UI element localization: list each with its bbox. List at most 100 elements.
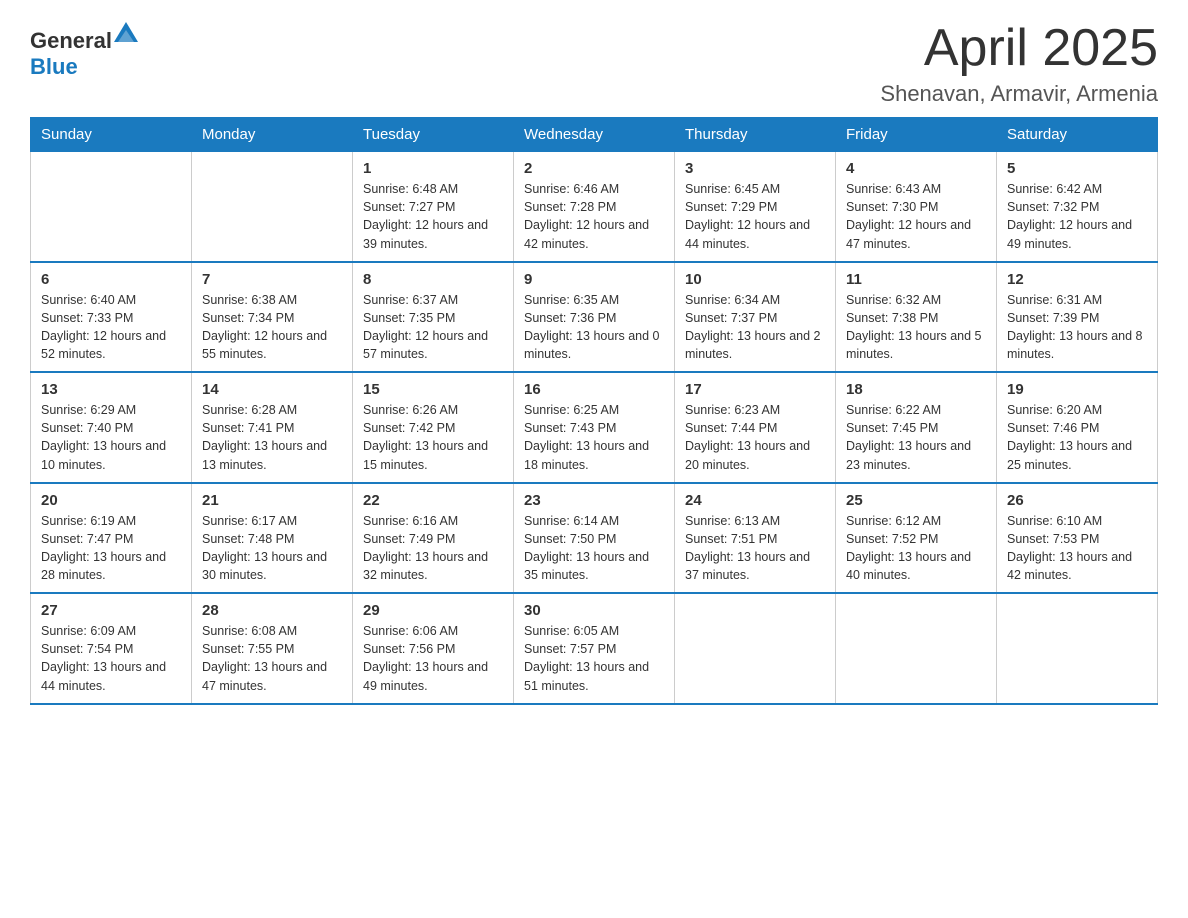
day-info: Sunrise: 6:37 AMSunset: 7:35 PMDaylight:… [363,291,503,364]
calendar-cell: 2 Sunrise: 6:46 AMSunset: 7:28 PMDaylight… [514,152,675,262]
calendar-cell: 26 Sunrise: 6:10 AMSunset: 7:53 PMDayligh… [997,483,1158,594]
day-number: 18 [846,381,986,398]
calendar-cell [836,593,997,704]
calendar-cell [31,152,192,262]
calendar-cell: 20Sunrise: 6:19 AMSunset: 7:47 PMDayligh… [31,483,192,594]
day-number: 14 [202,381,342,398]
calendar-cell: 8 Sunrise: 6:37 AMSunset: 7:35 PMDaylight… [353,262,514,373]
day-number: 25 [846,492,986,509]
day-number: 16 [524,381,664,398]
day-info: Sunrise: 6:26 AMSunset: 7:42 PMDaylight:… [363,401,503,474]
day-info: Sunrise: 6:43 AMSunset: 7:30 PMDaylight:… [846,180,986,253]
day-number: 2 [524,160,664,177]
logo-general: General [30,28,112,53]
day-info: Sunrise: 6:32 AMSunset: 7:38 PMDaylight:… [846,291,986,364]
day-number: 22 [363,492,503,509]
header-day-friday: Friday [836,118,997,152]
day-number: 23 [524,492,664,509]
week-row-5: 27Sunrise: 6:09 AMSunset: 7:54 PMDayligh… [31,593,1158,704]
day-info: Sunrise: 6:38 AMSunset: 7:34 PMDaylight:… [202,291,342,364]
day-info: Sunrise: 6:12 AMSunset: 7:52 PMDaylight:… [846,512,986,585]
day-info: Sunrise: 6:23 AMSunset: 7:44 PMDaylight:… [685,401,825,474]
day-info: Sunrise: 6:25 AMSunset: 7:43 PMDaylight:… [524,401,664,474]
calendar-cell: 6 Sunrise: 6:40 AMSunset: 7:33 PMDaylight… [31,262,192,373]
logo-icon [112,20,140,48]
day-info: Sunrise: 6:40 AMSunset: 7:33 PMDaylight:… [41,291,181,364]
calendar-header: SundayMondayTuesdayWednesdayThursdayFrid… [31,118,1158,152]
calendar-cell: 22 Sunrise: 6:16 AMSunset: 7:49 PMDayligh… [353,483,514,594]
day-number: 12 [1007,271,1147,288]
day-number: 7 [202,271,342,288]
calendar-cell: 21 Sunrise: 6:17 AMSunset: 7:48 PMDayligh… [192,483,353,594]
day-number: 3 [685,160,825,177]
month-title: April 2025 [880,20,1158,77]
day-info: Sunrise: 6:28 AMSunset: 7:41 PMDaylight:… [202,401,342,474]
calendar-table: SundayMondayTuesdayWednesdayThursdayFrid… [30,117,1158,705]
day-number: 24 [685,492,825,509]
day-number: 21 [202,492,342,509]
logo-blue: Blue [30,54,78,79]
day-info: Sunrise: 6:05 AMSunset: 7:57 PMDaylight:… [524,622,664,695]
calendar-cell [675,593,836,704]
logo-text: General Blue [30,20,140,80]
day-number: 19 [1007,381,1147,398]
calendar-cell: 12 Sunrise: 6:31 AMSunset: 7:39 PMDayligh… [997,262,1158,373]
week-row-1: 1Sunrise: 6:48 AMSunset: 7:27 PMDaylight… [31,152,1158,262]
calendar-cell: 24 Sunrise: 6:13 AMSunset: 7:51 PMDayligh… [675,483,836,594]
day-info: Sunrise: 6:20 AMSunset: 7:46 PMDaylight:… [1007,401,1147,474]
calendar-cell: 16 Sunrise: 6:25 AMSunset: 7:43 PMDayligh… [514,372,675,483]
day-info: Sunrise: 6:10 AMSunset: 7:53 PMDaylight:… [1007,512,1147,585]
day-number: 5 [1007,160,1147,177]
calendar-cell: 29 Sunrise: 6:06 AMSunset: 7:56 PMDayligh… [353,593,514,704]
day-number: 28 [202,602,342,619]
header-day-thursday: Thursday [675,118,836,152]
week-row-4: 20Sunrise: 6:19 AMSunset: 7:47 PMDayligh… [31,483,1158,594]
header-row: SundayMondayTuesdayWednesdayThursdayFrid… [31,118,1158,152]
calendar-body: 1Sunrise: 6:48 AMSunset: 7:27 PMDaylight… [31,152,1158,704]
day-number: 4 [846,160,986,177]
calendar-cell: 4 Sunrise: 6:43 AMSunset: 7:30 PMDaylight… [836,152,997,262]
day-number: 8 [363,271,503,288]
day-info: Sunrise: 6:35 AMSunset: 7:36 PMDaylight:… [524,291,664,364]
day-info: Sunrise: 6:16 AMSunset: 7:49 PMDaylight:… [363,512,503,585]
day-number: 15 [363,381,503,398]
calendar-cell: 3 Sunrise: 6:45 AMSunset: 7:29 PMDaylight… [675,152,836,262]
header-day-sunday: Sunday [31,118,192,152]
day-info: Sunrise: 6:17 AMSunset: 7:48 PMDaylight:… [202,512,342,585]
calendar-cell: 9Sunrise: 6:35 AMSunset: 7:36 PMDaylight… [514,262,675,373]
day-info: Sunrise: 6:08 AMSunset: 7:55 PMDaylight:… [202,622,342,695]
day-info: Sunrise: 6:13 AMSunset: 7:51 PMDaylight:… [685,512,825,585]
calendar-cell: 30Sunrise: 6:05 AMSunset: 7:57 PMDayligh… [514,593,675,704]
day-info: Sunrise: 6:31 AMSunset: 7:39 PMDaylight:… [1007,291,1147,364]
day-number: 27 [41,602,181,619]
day-info: Sunrise: 6:06 AMSunset: 7:56 PMDaylight:… [363,622,503,695]
day-number: 6 [41,271,181,288]
day-number: 26 [1007,492,1147,509]
calendar-cell: 7 Sunrise: 6:38 AMSunset: 7:34 PMDaylight… [192,262,353,373]
day-info: Sunrise: 6:46 AMSunset: 7:28 PMDaylight:… [524,180,664,253]
calendar-cell [192,152,353,262]
calendar-cell: 18Sunrise: 6:22 AMSunset: 7:45 PMDayligh… [836,372,997,483]
header-day-monday: Monday [192,118,353,152]
calendar-cell: 19 Sunrise: 6:20 AMSunset: 7:46 PMDayligh… [997,372,1158,483]
calendar-cell: 1Sunrise: 6:48 AMSunset: 7:27 PMDaylight… [353,152,514,262]
day-number: 20 [41,492,181,509]
day-number: 13 [41,381,181,398]
calendar-cell: 27Sunrise: 6:09 AMSunset: 7:54 PMDayligh… [31,593,192,704]
calendar-cell: 17Sunrise: 6:23 AMSunset: 7:44 PMDayligh… [675,372,836,483]
calendar-cell: 14 Sunrise: 6:28 AMSunset: 7:41 PMDayligh… [192,372,353,483]
calendar-cell: 15 Sunrise: 6:26 AMSunset: 7:42 PMDayligh… [353,372,514,483]
calendar-cell: 11 Sunrise: 6:32 AMSunset: 7:38 PMDayligh… [836,262,997,373]
day-number: 11 [846,271,986,288]
day-info: Sunrise: 6:14 AMSunset: 7:50 PMDaylight:… [524,512,664,585]
day-info: Sunrise: 6:45 AMSunset: 7:29 PMDaylight:… [685,180,825,253]
day-info: Sunrise: 6:42 AMSunset: 7:32 PMDaylight:… [1007,180,1147,253]
logo: General Blue [30,20,140,80]
day-number: 29 [363,602,503,619]
calendar-cell: 28 Sunrise: 6:08 AMSunset: 7:55 PMDayligh… [192,593,353,704]
week-row-2: 6 Sunrise: 6:40 AMSunset: 7:33 PMDaylight… [31,262,1158,373]
day-number: 10 [685,271,825,288]
calendar-cell: 13Sunrise: 6:29 AMSunset: 7:40 PMDayligh… [31,372,192,483]
day-info: Sunrise: 6:34 AMSunset: 7:37 PMDaylight:… [685,291,825,364]
calendar-cell [997,593,1158,704]
